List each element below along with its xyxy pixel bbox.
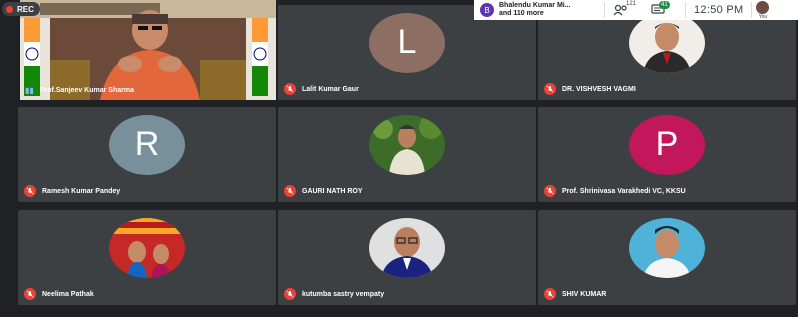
- participant-tile[interactable]: kutumba sastry vempaty: [278, 210, 536, 305]
- name-row: SHIV KUMAR: [544, 288, 606, 300]
- name-row: kutumba sastry vempaty: [284, 288, 384, 300]
- participant-name: kutumba sastry vempaty: [302, 290, 385, 298]
- avatar: [629, 12, 705, 73]
- avatar: [629, 217, 705, 278]
- participant-name: Lalit Kumar Gaur: [302, 85, 359, 93]
- participant-name: Prof.Sanjeev Kumar Sharma: [39, 87, 134, 94]
- participant-name: SHIV KUMAR: [562, 290, 607, 298]
- mic-muted-icon: [284, 83, 296, 95]
- mic-muted-icon: [24, 185, 36, 197]
- mic-muted-icon: [544, 288, 556, 300]
- participant-tile[interactable]: Neelima Pathak: [18, 210, 276, 305]
- speaking-indicator-icon: ▮▮: [25, 86, 34, 95]
- avatar: L: [369, 12, 445, 73]
- presenter-chip[interactable]: B Bhalendu Kumar Mi... and 110 more: [474, 0, 604, 20]
- mic-muted-icon: [284, 185, 296, 197]
- chat-unread-badge: 41: [659, 1, 670, 9]
- avatar: R: [109, 114, 185, 175]
- participants-button[interactable]: 121: [605, 0, 637, 20]
- avatar: [369, 217, 445, 278]
- recording-label: REC: [17, 4, 34, 14]
- participant-count: 121: [626, 1, 637, 7]
- mic-muted-icon: [544, 185, 556, 197]
- participant-name: Prof. Shrinivasa Varakhedi VC, KKSU: [562, 187, 686, 195]
- speaker-video-frame: [20, 0, 276, 100]
- mic-muted-icon: [24, 288, 36, 300]
- avatar: P: [629, 114, 705, 175]
- speaker-name-row: ▮▮ Prof.Sanjeev Kumar Sharma: [25, 86, 134, 95]
- name-row: Neelima Pathak: [24, 288, 94, 300]
- active-speaker-video[interactable]: ▮▮ Prof.Sanjeev Kumar Sharma: [20, 0, 276, 100]
- participant-tile[interactable]: P Prof. Shrinivasa Varakhedi VC, KKSU: [538, 107, 796, 202]
- participant-name: Neelima Pathak: [42, 290, 94, 298]
- meeting-topbar: B Bhalendu Kumar Mi... and 110 more 121 …: [474, 0, 798, 20]
- name-row: Ramesh Kumar Pandey: [24, 185, 120, 197]
- chat-button[interactable]: 41: [637, 0, 673, 20]
- presenter-text: Bhalendu Kumar Mi... and 110 more: [499, 2, 571, 18]
- participant-tile[interactable]: R Ramesh Kumar Pandey: [18, 107, 276, 202]
- presenter-more: and 110 more: [499, 10, 544, 17]
- participant-name: DR. VISHVESH VAGMI: [562, 85, 636, 93]
- name-row: Prof. Shrinivasa Varakhedi VC, KKSU: [544, 185, 686, 197]
- meeting-stage: ▮▮ Prof.Sanjeev Kumar Sharma L Lalit Kum…: [0, 0, 798, 317]
- participant-name: Ramesh Kumar Pandey: [42, 187, 121, 195]
- mic-muted-icon: [544, 83, 556, 95]
- presenter-name: Bhalendu Kumar Mi...: [499, 2, 571, 9]
- participant-tile[interactable]: GAURI NATH ROY: [278, 107, 536, 202]
- avatar: [369, 114, 445, 175]
- presenter-avatar: B: [480, 3, 494, 17]
- recording-badge: REC: [2, 2, 40, 16]
- participant-tile[interactable]: SHIV KUMAR: [538, 210, 796, 305]
- self-view-button[interactable]: You: [752, 0, 773, 20]
- name-row: GAURI NATH ROY: [284, 185, 363, 197]
- participant-name: GAURI NATH ROY: [302, 187, 363, 195]
- avatar: [109, 217, 185, 278]
- name-row: Lalit Kumar Gaur: [284, 83, 359, 95]
- meeting-clock: 12:50 PM: [694, 4, 744, 16]
- self-avatar: [756, 0, 770, 14]
- record-dot-icon: [6, 5, 13, 13]
- mic-muted-icon: [284, 288, 296, 300]
- self-label: You: [758, 13, 768, 20]
- name-row: DR. VISHVESH VAGMI: [544, 83, 636, 95]
